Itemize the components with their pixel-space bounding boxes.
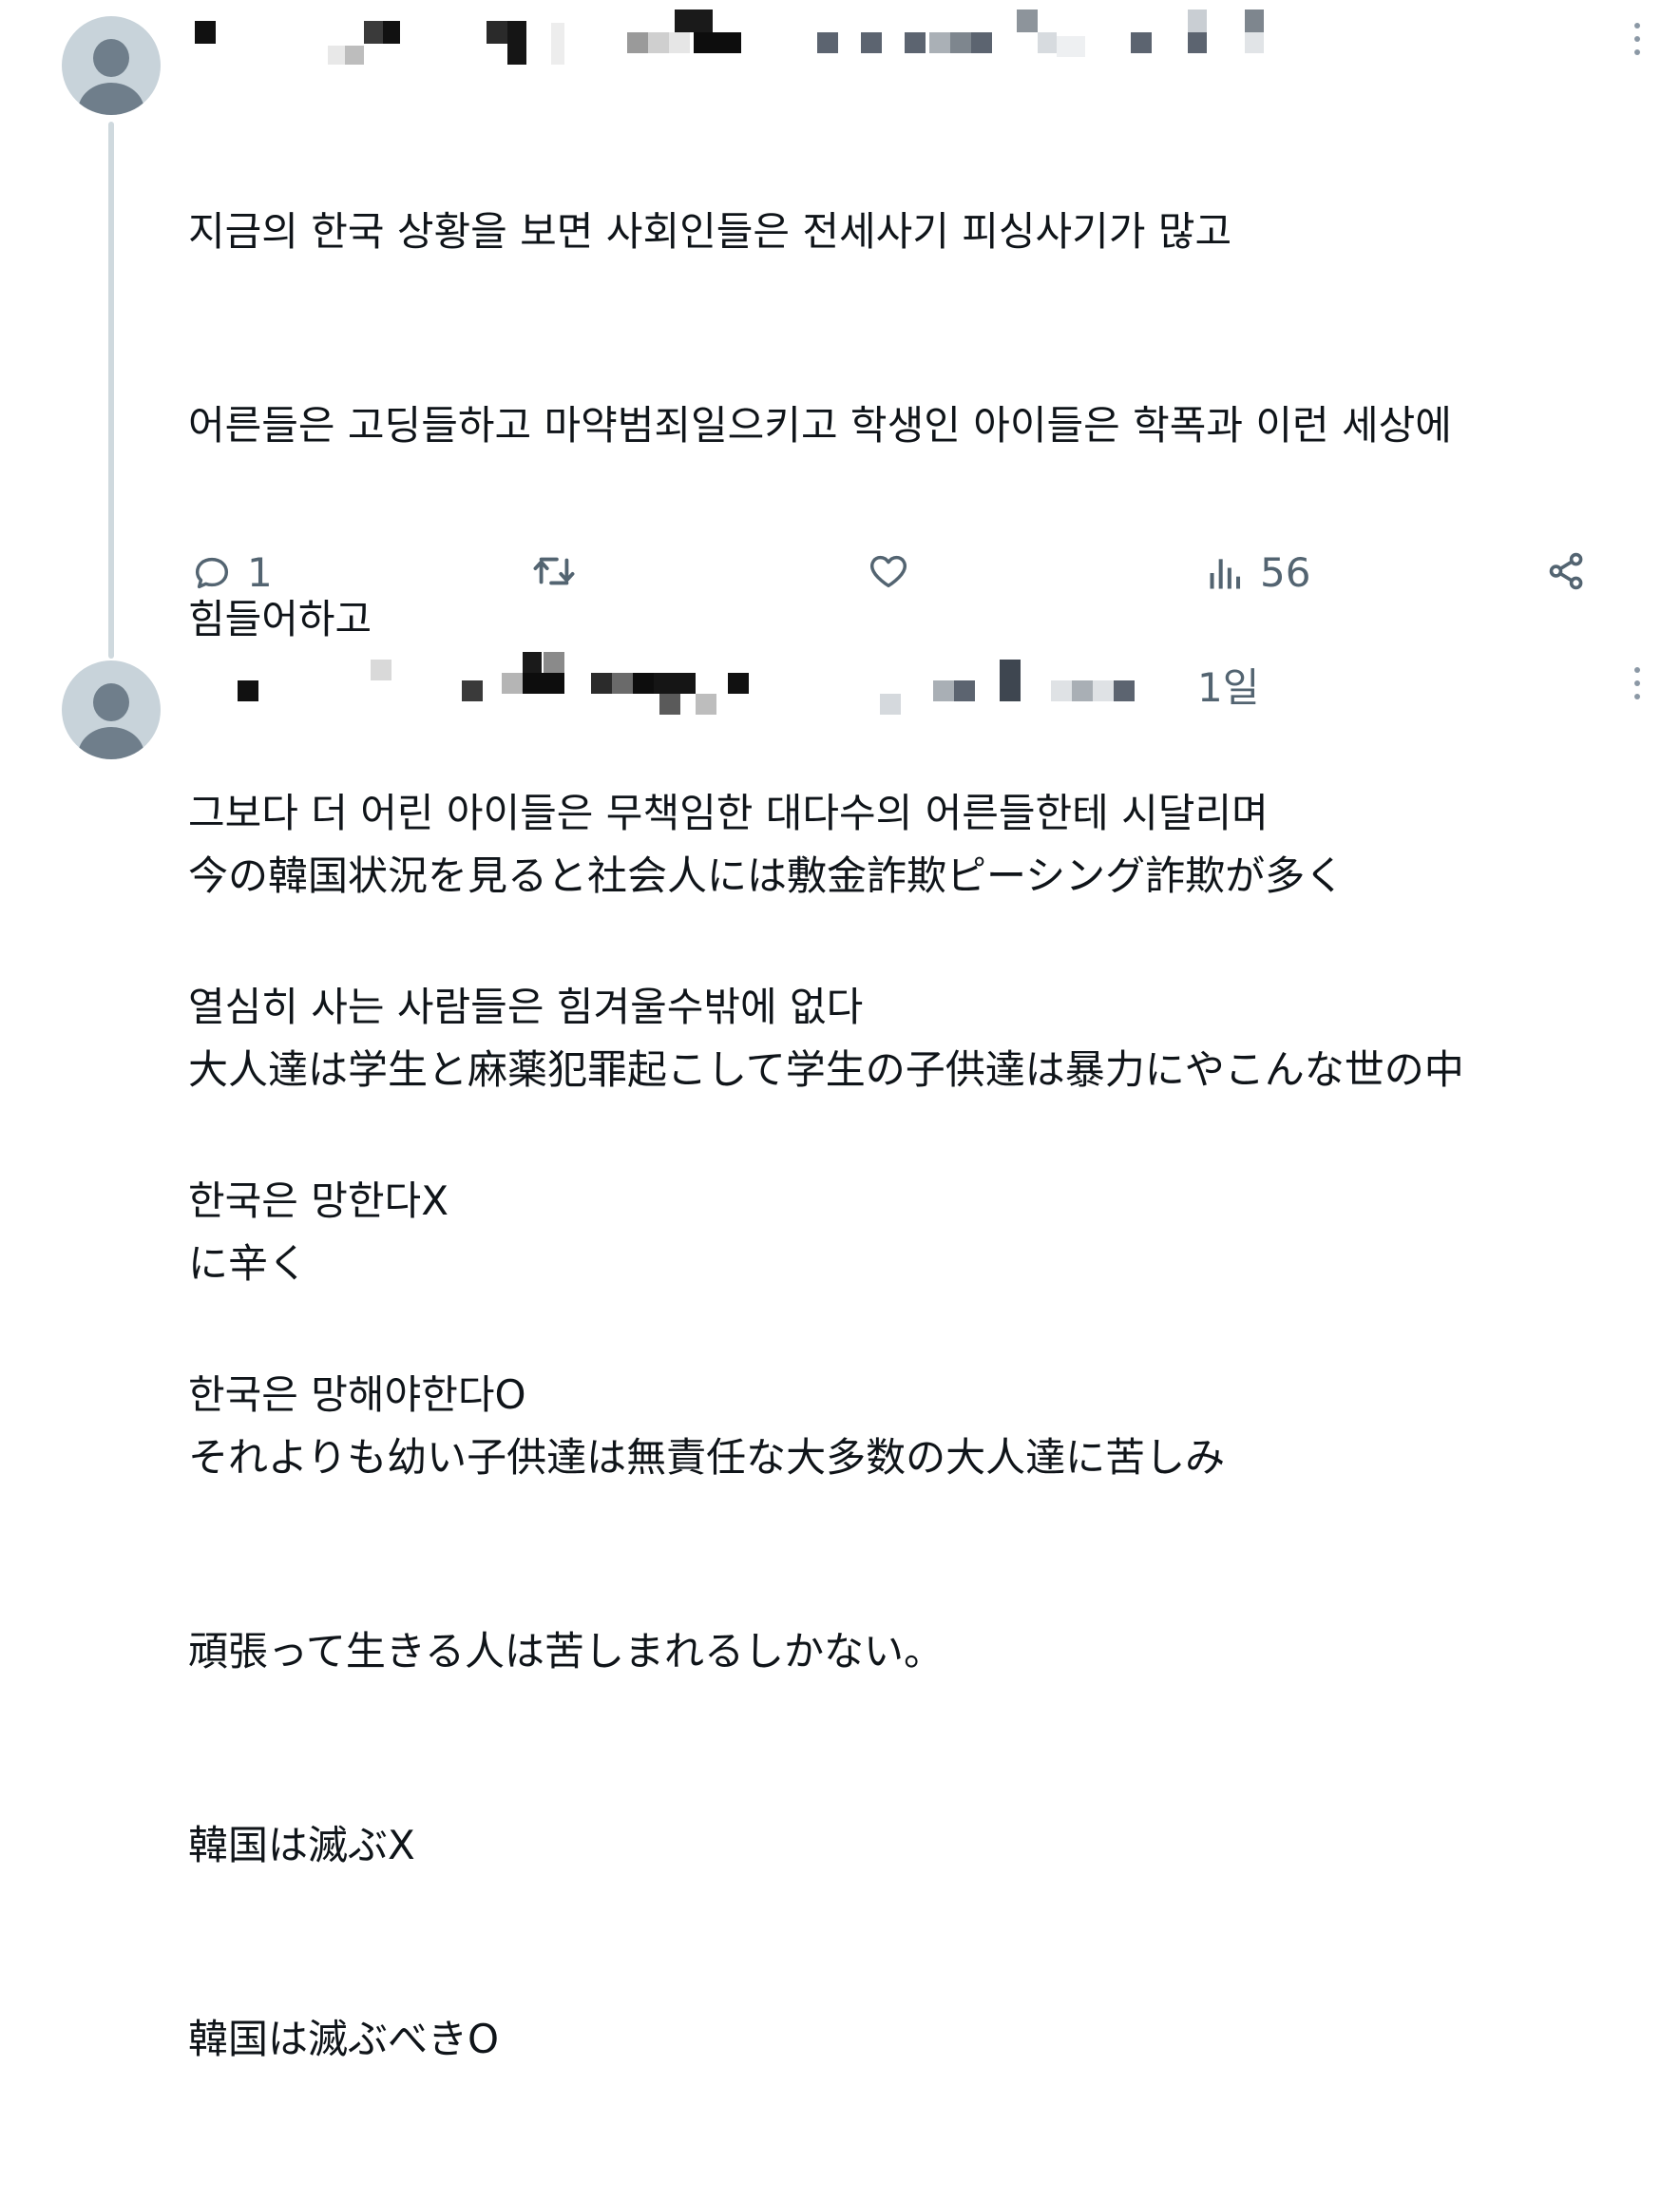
share-icon <box>1549 552 1583 590</box>
tweet-text: 今の韓国状況を見ると社会人には敷金詐欺ピーシング詐欺が多く 大人達は学生と麻薬犯… <box>188 715 1464 2201</box>
censor-block <box>929 32 950 53</box>
heart-icon <box>870 555 907 588</box>
censor-block <box>1057 36 1085 57</box>
censor-block <box>694 32 741 53</box>
censor-block <box>328 46 345 65</box>
censor-block <box>364 21 383 44</box>
censor-block <box>696 694 716 715</box>
censor-block <box>1245 32 1264 53</box>
tweet-text-line: 頑張って生きる人は苦しまれるしかない。 <box>188 1628 945 1675</box>
censor-block <box>1245 10 1264 32</box>
censor-block <box>880 694 901 715</box>
censor-block <box>507 21 526 65</box>
censor-block <box>633 673 654 694</box>
censor-block <box>551 23 564 65</box>
censor-block <box>612 673 633 694</box>
censor-block <box>905 32 926 53</box>
views-count: 56 <box>1260 549 1311 596</box>
censor-block <box>383 21 400 44</box>
more-options-icon[interactable] <box>1632 667 1642 701</box>
censor-block <box>1131 32 1152 53</box>
censor-block <box>675 10 713 32</box>
more-options-icon[interactable] <box>1632 23 1642 57</box>
censor-block <box>462 680 483 701</box>
censor-block <box>654 673 696 694</box>
tweet-text-line: 힘들어하고 <box>188 596 372 642</box>
tweet-text-line: 지금의 한국 상황을 보면 사회인들은 전세사기 피싱사기가 많고 <box>188 208 1232 255</box>
censor-block <box>1093 680 1114 701</box>
censor-block <box>950 32 971 53</box>
thread-connector-line <box>108 122 114 659</box>
censor-block <box>591 673 612 694</box>
censor-block <box>544 652 564 673</box>
censor-block <box>817 32 838 53</box>
share-button[interactable] <box>1545 549 1589 593</box>
censor-block <box>1114 680 1135 701</box>
reply-button[interactable]: 1 <box>190 549 273 596</box>
censor-block <box>345 46 364 65</box>
censor-block <box>861 32 882 53</box>
censor-block <box>371 660 391 680</box>
reply-count: 1 <box>247 549 273 596</box>
author-header-censored <box>190 10 1283 67</box>
censor-block <box>487 21 507 44</box>
avatar-head-shape <box>93 39 129 77</box>
avatar[interactable] <box>62 16 161 115</box>
views-icon <box>1210 558 1241 588</box>
censor-block <box>1017 10 1038 32</box>
censor-block <box>1038 32 1057 53</box>
retweet-icon <box>533 557 575 585</box>
censor-block <box>659 694 680 715</box>
views-button[interactable]: 56 <box>1205 549 1310 596</box>
censor-block <box>648 32 669 53</box>
tweet-text-line: 韓国は滅ぶX <box>188 1822 415 1868</box>
censor-block <box>933 680 954 701</box>
avatar-body-shape <box>78 83 144 115</box>
censor-block <box>195 21 216 44</box>
like-button[interactable] <box>867 549 910 593</box>
censor-block <box>523 652 542 673</box>
censor-block <box>502 673 523 694</box>
censor-block <box>1000 660 1021 701</box>
censor-block <box>669 32 690 53</box>
censor-block <box>523 673 564 694</box>
retweet-button[interactable] <box>530 549 578 593</box>
censor-block <box>954 680 975 701</box>
tweet-timestamp[interactable]: 1일 <box>1197 656 1259 714</box>
reply-icon <box>195 557 229 588</box>
censor-block <box>627 32 648 53</box>
censor-block <box>1188 32 1207 53</box>
censor-block <box>238 680 258 701</box>
tweet-text-line: それよりも幼い子供達は無責任な大多数の大人達に苦しみ <box>188 1434 1226 1481</box>
tweet-text-line: 어른들은 고딩들하고 마약범죄일으키고 학생인 아이들은 학폭과 이런 세상에 <box>188 402 1452 449</box>
tweet-text-line: 今の韓国状況を見ると社会人には敷金詐欺ピーシング詐欺が多く <box>188 852 1346 899</box>
tweet-text-line: 大人達は学生と麻薬犯罪起こして学生の子供達は暴力にやこんな世の中 <box>188 1046 1464 1093</box>
tweet-text-line: に辛く <box>188 1240 309 1287</box>
censor-block <box>1051 680 1072 701</box>
avatar[interactable] <box>62 660 161 759</box>
censor-block <box>1188 10 1207 32</box>
censor-block <box>1072 680 1093 701</box>
avatar-body-shape <box>78 727 144 759</box>
censor-block <box>728 673 749 694</box>
censor-block <box>971 32 992 53</box>
avatar-head-shape <box>93 683 129 721</box>
tweet-text-line: 韓国は滅ぶべきO <box>188 2016 500 2062</box>
author-header-censored <box>190 646 1235 715</box>
